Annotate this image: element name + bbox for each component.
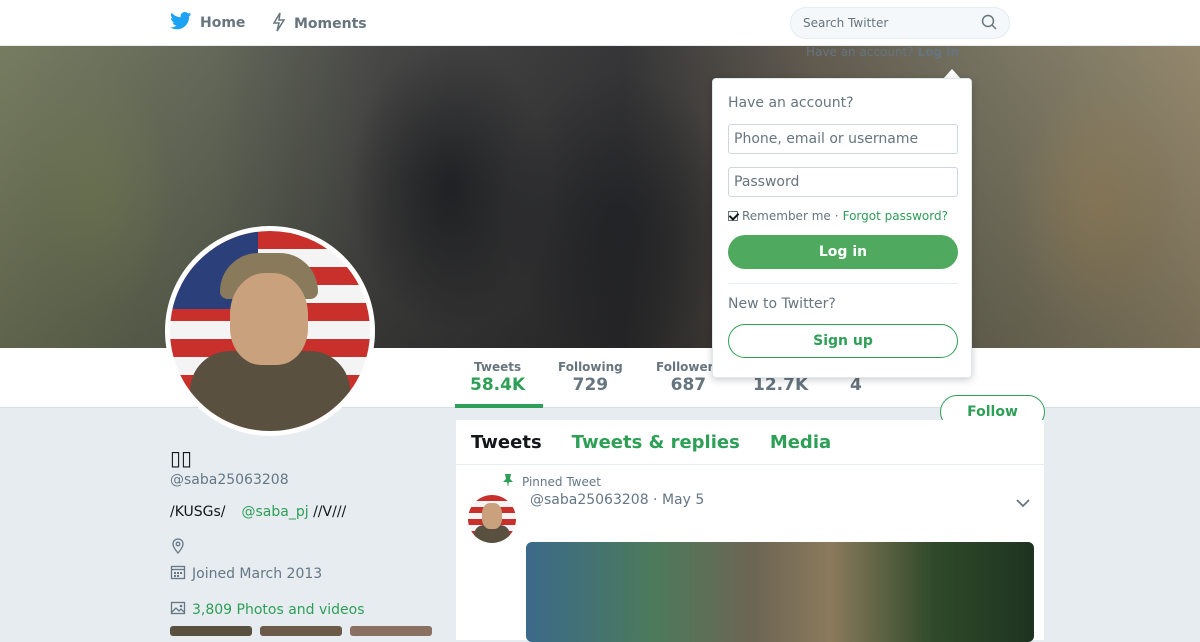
login-hint-text: Have an account? [806, 45, 914, 59]
lightning-icon [272, 12, 286, 36]
timeline: Tweets Tweets & replies Media Pinned Twe… [456, 420, 1044, 642]
tab-tweets[interactable]: Tweets [456, 420, 557, 464]
media-thumbnail[interactable] [350, 626, 432, 636]
stat-value: 729 [572, 375, 609, 395]
location-pin-icon [170, 538, 186, 558]
new-to-twitter-title: New to Twitter? [728, 296, 836, 312]
tweet-media-image[interactable] [526, 542, 1034, 642]
profile-name: ▯▯ [170, 446, 193, 470]
login-popover: Have an account? Remember me · Forgot pa… [712, 78, 972, 378]
remember-me-checkbox[interactable] [728, 211, 738, 221]
tweet-avatar[interactable] [468, 495, 516, 543]
top-navigation-bar: Home Moments Search Twitter [0, 0, 1200, 46]
popover-title: Have an account? [728, 95, 854, 111]
profile-media-link[interactable]: 3,809 Photos and videos [170, 600, 365, 620]
stat-value: 58.4K [470, 375, 526, 395]
stat-label: Tweets [474, 360, 522, 374]
bird-icon [170, 12, 192, 34]
tweet-header[interactable]: @saba25063208 · May 5 [530, 492, 704, 508]
login-button[interactable]: Log in [728, 235, 958, 269]
pin-icon [502, 473, 514, 490]
nav-home-label: Home [200, 15, 246, 31]
joined-text: Joined March 2013 [192, 566, 323, 582]
stat-label: Followers [656, 360, 721, 374]
tweet-avatar-face [482, 503, 502, 529]
bio-text: /KUSGs/ [170, 504, 226, 520]
stat-value: 4 [850, 375, 862, 395]
media-thumbnail[interactable] [260, 626, 342, 636]
tab-tweets-and-replies[interactable]: Tweets & replies [557, 420, 755, 464]
profile-bio: /KUSGs/ @saba_pj //V/// [170, 504, 346, 520]
separator-dot: · [834, 209, 839, 223]
password-field[interactable] [728, 167, 958, 197]
remember-row: Remember me · Forgot password? [728, 209, 956, 223]
username-field[interactable] [728, 124, 958, 154]
pinned-tweet-label: Pinned Tweet [502, 473, 601, 490]
magnifier-icon[interactable] [981, 14, 997, 33]
login-hint: Have an account? Log in [806, 45, 959, 59]
stat-following[interactable]: Following 729 [558, 360, 623, 395]
login-hint-link[interactable]: Log in [918, 45, 959, 59]
search-placeholder: Search Twitter [803, 16, 889, 30]
bio-suffix: //V/// [308, 504, 347, 520]
profile-joined: Joined March 2013 [170, 564, 322, 584]
avatar-face [230, 273, 308, 365]
remember-me-label[interactable]: Remember me [742, 209, 831, 223]
chevron-down-icon[interactable] [1016, 493, 1030, 512]
tab-media[interactable]: Media [755, 420, 846, 464]
stat-value: 687 [670, 375, 707, 395]
nav-home[interactable]: Home [170, 12, 245, 34]
media-thumbnails [170, 626, 432, 636]
stat-tweets[interactable]: Tweets 58.4K [470, 360, 525, 395]
profile-avatar[interactable] [165, 226, 375, 436]
stat-label: Following [558, 360, 623, 374]
bio-mention-link[interactable]: @saba_pj [242, 504, 309, 520]
pinned-label-text: Pinned Tweet [522, 474, 601, 489]
media-thumbnail[interactable] [170, 626, 252, 636]
image-icon [170, 600, 186, 620]
stat-followers[interactable]: Followers 687 [656, 360, 721, 395]
profile-location [170, 538, 186, 558]
calendar-icon [170, 564, 186, 584]
forgot-password-link[interactable]: Forgot password? [843, 209, 948, 223]
media-link-text: 3,809 Photos and videos [192, 602, 365, 618]
profile-handle[interactable]: @saba25063208 [170, 472, 289, 488]
active-stat-underline [455, 404, 543, 408]
signup-button[interactable]: Sign up [728, 324, 958, 358]
stat-value: 12.7K [753, 375, 809, 395]
timeline-tabs: Tweets Tweets & replies Media [456, 420, 1044, 465]
search-input[interactable]: Search Twitter [790, 7, 1010, 39]
nav-moments-label: Moments [294, 16, 367, 32]
popover-divider [728, 283, 958, 284]
nav-moments[interactable]: Moments [272, 12, 367, 36]
